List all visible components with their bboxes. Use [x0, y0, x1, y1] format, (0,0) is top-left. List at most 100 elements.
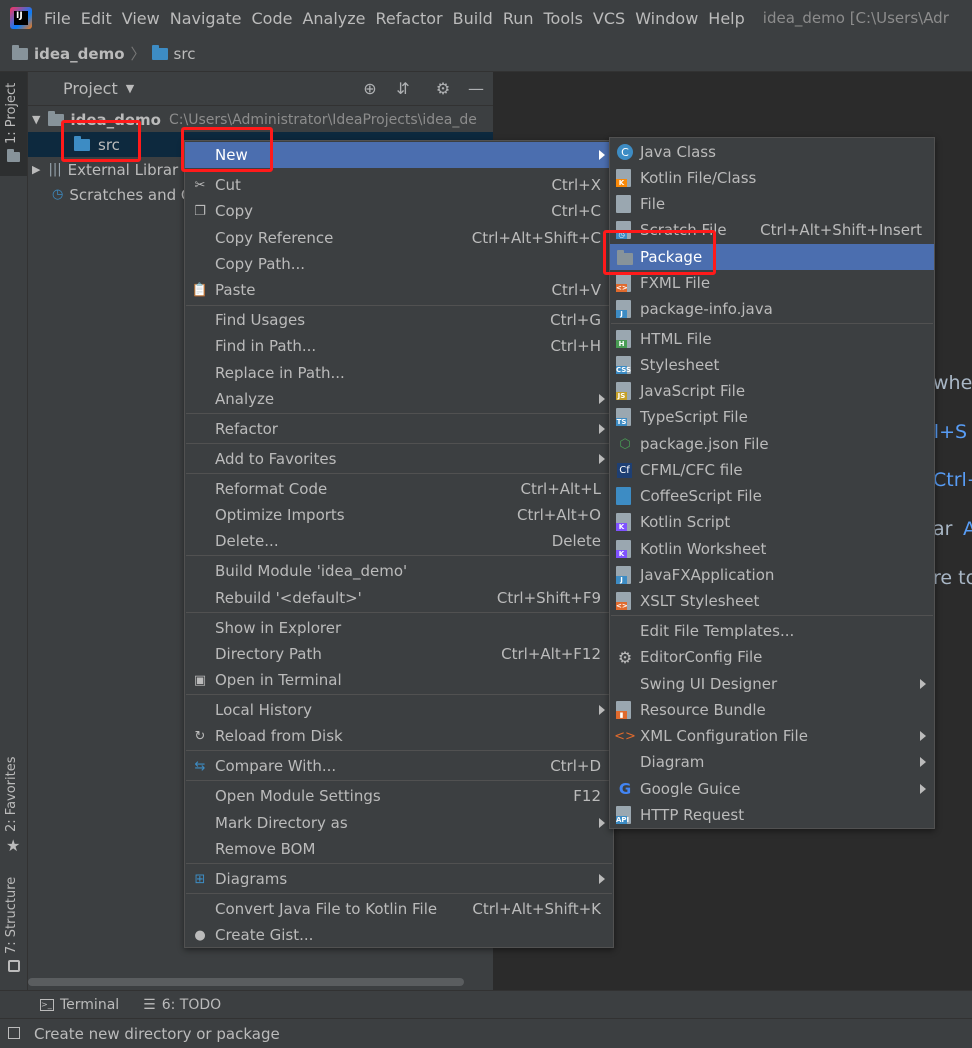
submenu-google-guice-label: Google Guice [640, 780, 741, 798]
menu-item-optimize-imports[interactable]: Optimize Imports Ctrl+Alt+O [185, 502, 613, 528]
menu-item-copy-reference[interactable]: Copy Reference Ctrl+Alt+Shift+C [185, 225, 613, 251]
menu-refactor[interactable]: Refactor [376, 9, 443, 28]
submenu-item-resource-bundle[interactable]: ▮ Resource Bundle [610, 697, 934, 723]
submenu-item-xslt-stylesheet[interactable]: <> XSLT Stylesheet [610, 588, 934, 614]
structure-tab[interactable]: 7: Structure [4, 877, 19, 954]
menu-item-directory-path[interactable]: Directory Path Ctrl+Alt+F12 [185, 641, 613, 667]
menu-item-build-module[interactable]: Build Module 'idea_demo' [185, 558, 613, 584]
submenu-item-java-class[interactable]: C Java Class [610, 139, 934, 165]
menu-analyze[interactable]: Analyze [302, 9, 365, 28]
menu-item-rebuild[interactable]: Rebuild '<default>' Ctrl+Shift+F9 [185, 585, 613, 611]
menu-item-cut-label: Cut [215, 176, 241, 194]
menu-edit[interactable]: Edit [81, 9, 112, 28]
tree-row-scratches[interactable]: ◷ Scratches and C [28, 182, 191, 207]
menu-code[interactable]: Code [252, 9, 293, 28]
menu-item-refactor[interactable]: Refactor [185, 416, 613, 442]
submenu-item-google-guice[interactable]: G Google Guice [610, 776, 934, 802]
css-file-icon: CSS [616, 356, 631, 374]
collapse-all-icon[interactable]: ⇵ [394, 80, 412, 98]
coffeescript-file-icon [616, 487, 631, 505]
submenu-item-http-request[interactable]: API HTTP Request [610, 802, 934, 828]
menu-item-local-history[interactable]: Local History [185, 697, 613, 723]
menu-run[interactable]: Run [503, 9, 534, 28]
submenu-item-cfml-file[interactable]: Cf CFML/CFC file [610, 457, 934, 483]
menu-item-compare-with[interactable]: ⇆ Compare With... Ctrl+D [185, 753, 613, 779]
submenu-item-xml-configuration[interactable]: <> XML Configuration File [610, 723, 934, 749]
submenu-diagram-label: Diagram [640, 753, 705, 771]
collapsed-arrow-icon[interactable]: ▶ [32, 163, 40, 176]
submenu-item-kotlin-script[interactable]: K Kotlin Script [610, 509, 934, 535]
menu-help[interactable]: Help [708, 9, 744, 28]
menu-item-create-gist[interactable]: ● Create Gist... [185, 922, 613, 948]
menu-item-open-module-settings[interactable]: Open Module Settings F12 [185, 783, 613, 809]
structure-icon [8, 960, 20, 972]
tree-root-path: C:\Users\Administrator\IdeaProjects\idea… [169, 111, 477, 128]
reload-icon: ↻ [194, 728, 206, 744]
minimize-icon[interactable]: — [467, 80, 485, 98]
menu-item-find-usages-label: Find Usages [215, 311, 306, 329]
submenu-item-javascript-file[interactable]: JS JavaScript File [610, 378, 934, 404]
fxml-file-icon: <> [616, 274, 631, 292]
submenu-item-diagram[interactable]: Diagram [610, 749, 934, 775]
menu-item-copy-path[interactable]: Copy Path... [185, 251, 613, 277]
menu-item-copy[interactable]: ❐ Copy Ctrl+C [185, 198, 613, 224]
submenu-package-info-label: package-info.java [640, 300, 773, 318]
java-class-icon: C [617, 144, 633, 160]
terminal-tab[interactable]: Terminal [60, 997, 119, 1013]
menu-item-find-in-path[interactable]: Find in Path... Ctrl+H [185, 333, 613, 359]
menu-item-paste[interactable]: 📋 Paste Ctrl+V [185, 277, 613, 303]
menu-view[interactable]: View [122, 9, 160, 28]
submenu-item-editorconfig[interactable]: ⚙ EditorConfig File [610, 644, 934, 670]
submenu-item-javafx-application[interactable]: J JavaFXApplication [610, 562, 934, 588]
dropdown-arrow-icon[interactable]: ▼ [126, 82, 134, 95]
menu-item-copy-shortcut: Ctrl+C [551, 202, 601, 220]
submenu-arrow-icon [920, 731, 926, 741]
project-tool-tab[interactable]: 1: Project [0, 72, 27, 176]
menu-item-diagrams[interactable]: ⊞ Diagrams [185, 866, 613, 892]
expand-arrow-icon[interactable]: ▼ [32, 113, 40, 126]
menu-item-delete[interactable]: Delete... Delete [185, 528, 613, 554]
submenu-item-html-file[interactable]: H HTML File [610, 326, 934, 352]
menu-item-reformat-code[interactable]: Reformat Code Ctrl+Alt+L [185, 476, 613, 502]
menu-tools[interactable]: Tools [544, 9, 583, 28]
menu-item-find-usages[interactable]: Find Usages Ctrl+G [185, 307, 613, 333]
submenu-item-edit-file-templates[interactable]: Edit File Templates... [610, 618, 934, 644]
gear-icon[interactable]: ⚙ [434, 80, 452, 98]
menu-item-add-to-favorites-label: Add to Favorites [215, 450, 337, 468]
submenu-item-package-json[interactable]: ⬡ package.json File [610, 431, 934, 457]
favorites-tab[interactable]: 2: Favorites [4, 756, 19, 832]
menu-item-remove-bom[interactable]: Remove BOM [185, 836, 613, 862]
menu-window[interactable]: Window [635, 9, 698, 28]
submenu-item-coffeescript-file[interactable]: CoffeeScript File [610, 483, 934, 509]
breadcrumb-project[interactable]: idea_demo [34, 45, 125, 63]
menu-item-add-to-favorites[interactable]: Add to Favorites [185, 446, 613, 472]
horizontal-scrollbar[interactable] [28, 978, 464, 986]
locate-icon[interactable]: ⊕ [361, 80, 379, 98]
menu-item-convert-to-kotlin[interactable]: Convert Java File to Kotlin File Ctrl+Alt… [185, 896, 613, 922]
menu-item-show-in-explorer[interactable]: Show in Explorer [185, 615, 613, 641]
menu-item-reload-from-disk[interactable]: ↻ Reload from Disk [185, 723, 613, 749]
submenu-item-swing-ui-designer[interactable]: Swing UI Designer [610, 671, 934, 697]
menu-item-mark-directory-as[interactable]: Mark Directory as [185, 810, 613, 836]
submenu-item-typescript-file[interactable]: TS TypeScript File [610, 404, 934, 430]
menu-navigate[interactable]: Navigate [170, 9, 242, 28]
todo-tab[interactable]: 6: TODO [162, 997, 221, 1013]
project-panel-title[interactable]: Project [63, 79, 118, 98]
kotlin-script-icon: K [616, 513, 631, 531]
submenu-item-package-info[interactable]: Jpackage-info.java [610, 296, 934, 322]
breadcrumb-src[interactable]: src [174, 45, 196, 63]
submenu-item-kotlin-file[interactable]: K Kotlin File/Class [610, 165, 934, 191]
menu-build[interactable]: Build [453, 9, 493, 28]
kotlin-worksheet-icon: K [616, 540, 631, 558]
editorconfig-gear-icon: ⚙ [617, 647, 633, 667]
submenu-item-file[interactable]: File [610, 191, 934, 217]
submenu-item-kotlin-worksheet[interactable]: K Kotlin Worksheet [610, 536, 934, 562]
menu-vcs[interactable]: VCS [593, 9, 625, 28]
menu-item-cut[interactable]: ✂ Cut Ctrl+X [185, 172, 613, 198]
menu-file[interactable]: File [44, 9, 71, 28]
menu-item-replace-in-path[interactable]: Replace in Path... [185, 360, 613, 386]
submenu-item-stylesheet[interactable]: CSS Stylesheet [610, 352, 934, 378]
menu-item-analyze[interactable]: Analyze [185, 386, 613, 412]
menu-item-delete-label: Delete... [215, 532, 279, 550]
menu-item-open-in-terminal[interactable]: ▣ Open in Terminal [185, 667, 613, 693]
